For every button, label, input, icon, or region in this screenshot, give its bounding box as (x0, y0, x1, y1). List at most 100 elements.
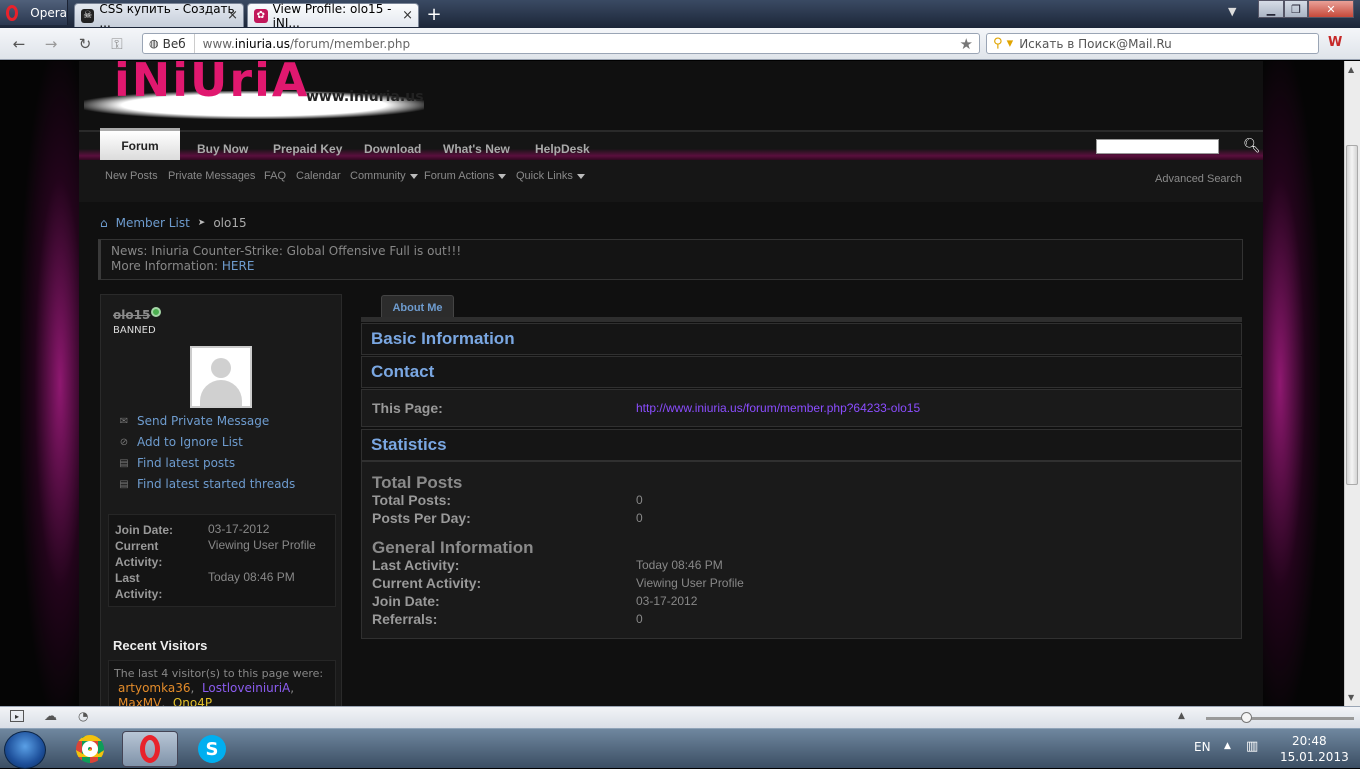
reload-icon[interactable]: ↻ (74, 34, 96, 54)
mail-ru-icon[interactable]: W (1328, 35, 1346, 53)
action-label: Send Private Message (137, 414, 270, 428)
bookmark-star-icon[interactable]: ★ (960, 35, 973, 53)
close-tab-icon[interactable]: × (402, 8, 413, 23)
nav-prepaid-key[interactable]: Prepaid Key (273, 136, 342, 162)
threads-icon: ▤ (119, 478, 129, 490)
news-banner: News: Iniuria Counter-Strike: Global Off… (98, 239, 1243, 280)
this-page-url-link[interactable]: http://www.iniuria.us/forum/member.php?6… (636, 401, 920, 415)
tab-view-profile[interactable]: ✿ View Profile: olo15 - iNI... × (247, 2, 419, 30)
tab-css[interactable]: ☠ CSS купить - Создать ... × (74, 1, 244, 30)
section-basic-information: Basic Information (361, 323, 1242, 355)
close-window-icon[interactable]: ✕ (1308, 0, 1354, 18)
avatar-body-icon (200, 380, 242, 406)
add-ignore-list-link[interactable]: ⊘ Add to Ignore List (118, 433, 243, 451)
forum-search-input[interactable] (1096, 139, 1219, 154)
subnav-new-posts[interactable]: New Posts (105, 170, 158, 182)
search-engine-icon[interactable]: ⚲ ▾ (993, 36, 1013, 51)
visitor-link[interactable]: artyomka36 (118, 681, 191, 695)
search-icon[interactable]: 🔍︎ (1243, 138, 1261, 154)
stat-value: 0 (636, 612, 643, 626)
search-field[interactable]: ⚲ ▾ Искать в Поиск@Mail.Ru (986, 33, 1319, 54)
recent-visitors-title: Recent Visitors (113, 638, 208, 653)
language-indicator[interactable]: EN (1194, 740, 1211, 754)
visitor-link[interactable]: LostloveiniuriA (202, 681, 290, 695)
scroll-up-icon[interactable]: ▲ (1348, 65, 1354, 74)
url-text: www.iniuria.us/forum/member.php (195, 37, 410, 51)
windows-start-icon[interactable] (4, 731, 46, 769)
scroll-down-icon[interactable]: ▼ (1348, 693, 1354, 702)
zoom-slider-handle[interactable] (1241, 712, 1252, 723)
stat-label: Posts Per Day: (372, 510, 471, 526)
subnav-private-messages[interactable]: Private Messages (168, 170, 255, 182)
globe-icon: ◍ (149, 37, 159, 50)
subnav-calendar[interactable]: Calendar (296, 170, 341, 182)
scrollbar-thumb[interactable] (1346, 145, 1358, 485)
logo-subtext: www.iniuria.us (306, 89, 424, 105)
action-label: Find latest started threads (137, 477, 296, 491)
find-latest-posts-link[interactable]: ▤ Find latest posts (118, 454, 235, 472)
zoom-slider-track[interactable] (1206, 717, 1354, 720)
panel-toggle-icon[interactable]: ▸ (10, 710, 24, 722)
forward-icon[interactable]: → (40, 34, 62, 54)
mini-stat-label: Join Date: (115, 523, 174, 537)
tab-divider (361, 317, 1242, 322)
news-more-info: More Information: HERE (111, 259, 1232, 274)
address-toolbar: ← → ↻ ⚿ ◍ Веб www.iniuria.us/forum/member… (0, 28, 1360, 60)
home-icon[interactable]: ⌂ (100, 216, 108, 230)
breadcrumb-member-list[interactable]: Member List (116, 216, 190, 230)
tab-about-me[interactable]: About Me (381, 295, 454, 319)
key-icon[interactable]: ⚿ (106, 34, 128, 54)
visitor-list: artyomka36, LostloveiniuriA, MaxMV, Ono4… (114, 681, 330, 706)
nav-whats-new[interactable]: What's New (443, 136, 510, 162)
send-private-message-link[interactable]: ✉ Send Private Message (118, 412, 269, 430)
subnav-community[interactable]: Community (350, 170, 418, 182)
site-logo[interactable]: iNiUriA www.iniuria.us (84, 61, 424, 121)
opera-menu-button[interactable]: Opera (0, 0, 68, 25)
contact-row: This Page: http://www.iniuria.us/forum/m… (361, 389, 1242, 427)
minimize-icon[interactable]: ▁ (1258, 0, 1284, 18)
site-info-badge[interactable]: ◍ Веб (143, 34, 195, 53)
clock-date[interactable]: 15.01.2013 (1280, 750, 1349, 764)
visitor-link[interactable]: Ono4P (173, 696, 212, 706)
restore-icon[interactable]: ❐ (1284, 0, 1308, 18)
mini-stat-value: 03-17-2012 (208, 522, 270, 536)
this-page-label: This Page: (372, 400, 443, 416)
advanced-search-link[interactable]: Advanced Search (1155, 173, 1242, 185)
speed-dial-icon[interactable]: ◔ (78, 709, 88, 723)
new-tab-button[interactable]: + (424, 3, 444, 25)
visitor-link[interactable]: MaxMV (118, 696, 161, 706)
opera-taskbar-icon[interactable] (122, 731, 178, 767)
browser-status-bar: ▸ ☁ ◔ ▲ (0, 706, 1360, 728)
nav-buy-now[interactable]: Buy Now (197, 136, 248, 162)
action-label: Add to Ignore List (137, 435, 243, 449)
nav-helpdesk[interactable]: HelpDesk (535, 136, 590, 162)
subnav-forum-actions[interactable]: Forum Actions (424, 170, 507, 182)
cloud-icon[interactable]: ☁ (44, 709, 57, 724)
url-path: /forum/member.php (289, 36, 411, 51)
skype-taskbar-icon[interactable]: S (184, 731, 240, 767)
url-domain: iniuria.us (234, 36, 290, 51)
stat-value: 0 (636, 511, 643, 525)
subnav-quick-links[interactable]: Quick Links (516, 170, 585, 182)
avatar-head-icon (211, 358, 231, 378)
tab-list-chevron-icon[interactable]: ▼ (1228, 5, 1236, 18)
subnav-faq[interactable]: FAQ (264, 170, 286, 182)
turbo-icon[interactable]: ▲ (1178, 711, 1185, 721)
tab-label: CSS купить - Создать ... (99, 1, 235, 30)
address-field[interactable]: ◍ Веб www.iniuria.us/forum/member.php ★ (142, 33, 980, 54)
network-icon[interactable]: ▥ (1246, 739, 1258, 754)
recent-visitors-text: The last 4 visitor(s) to this page were: (114, 667, 324, 680)
stat-label: Join Date: (372, 593, 440, 609)
envelope-icon: ✉ (119, 415, 129, 427)
back-icon[interactable]: ← (8, 34, 30, 54)
chevron-down-icon (498, 173, 507, 179)
nav-download[interactable]: Download (364, 136, 421, 162)
find-latest-threads-link[interactable]: ▤ Find latest started threads (118, 475, 295, 493)
close-tab-icon[interactable]: × (227, 8, 238, 23)
online-status-icon (151, 307, 161, 317)
chrome-taskbar-icon[interactable] (62, 731, 118, 767)
news-here-link[interactable]: HERE (222, 259, 255, 273)
tray-expand-icon[interactable]: ▲ (1224, 741, 1231, 751)
nav-forum[interactable]: Forum (100, 128, 180, 160)
clock-time[interactable]: 20:48 (1292, 734, 1327, 748)
